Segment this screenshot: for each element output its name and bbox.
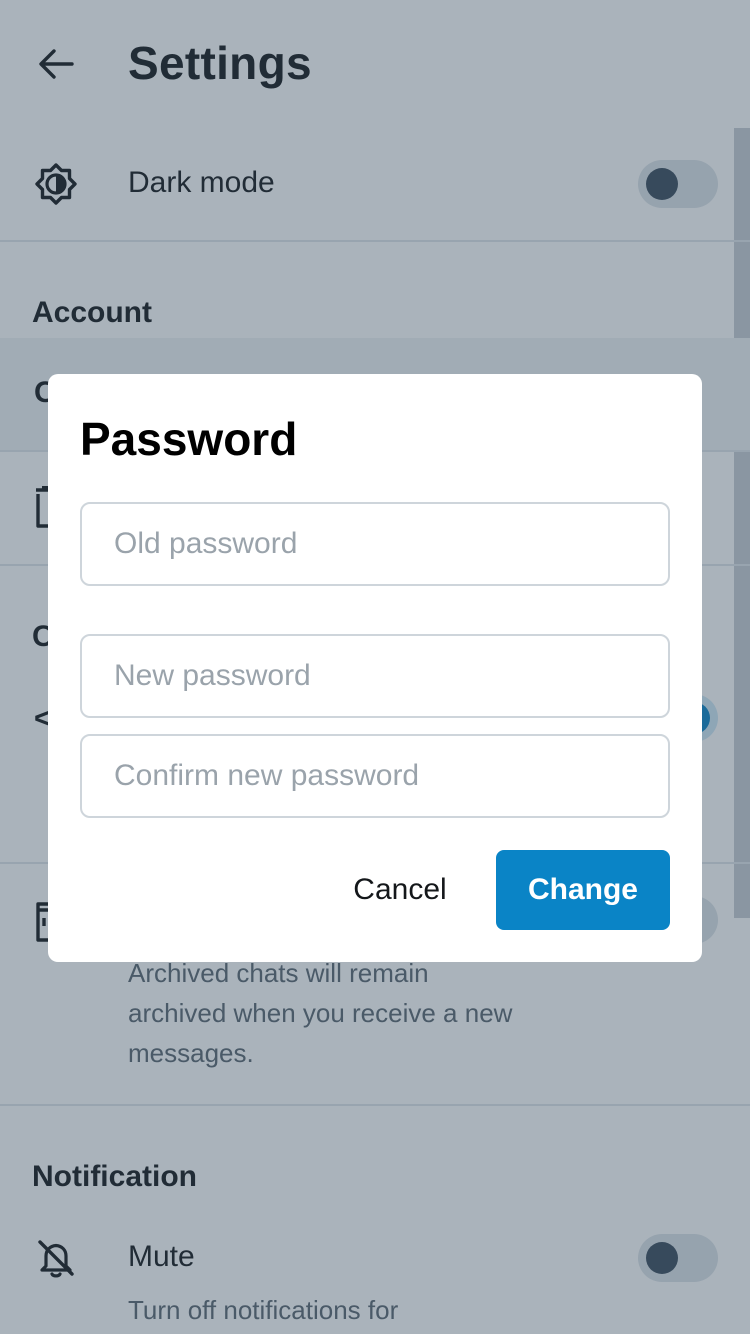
- password-dialog: Password Cancel Change: [48, 374, 702, 962]
- change-button[interactable]: Change: [496, 850, 670, 930]
- confirm-password-input[interactable]: [82, 736, 668, 816]
- confirm-password-field[interactable]: [80, 734, 670, 818]
- old-password-input[interactable]: [82, 504, 668, 584]
- new-password-field[interactable]: [80, 634, 670, 718]
- cancel-button[interactable]: Cancel: [336, 850, 464, 930]
- old-password-field[interactable]: [80, 502, 670, 586]
- dialog-title: Password: [80, 413, 298, 465]
- new-password-input[interactable]: [82, 636, 668, 716]
